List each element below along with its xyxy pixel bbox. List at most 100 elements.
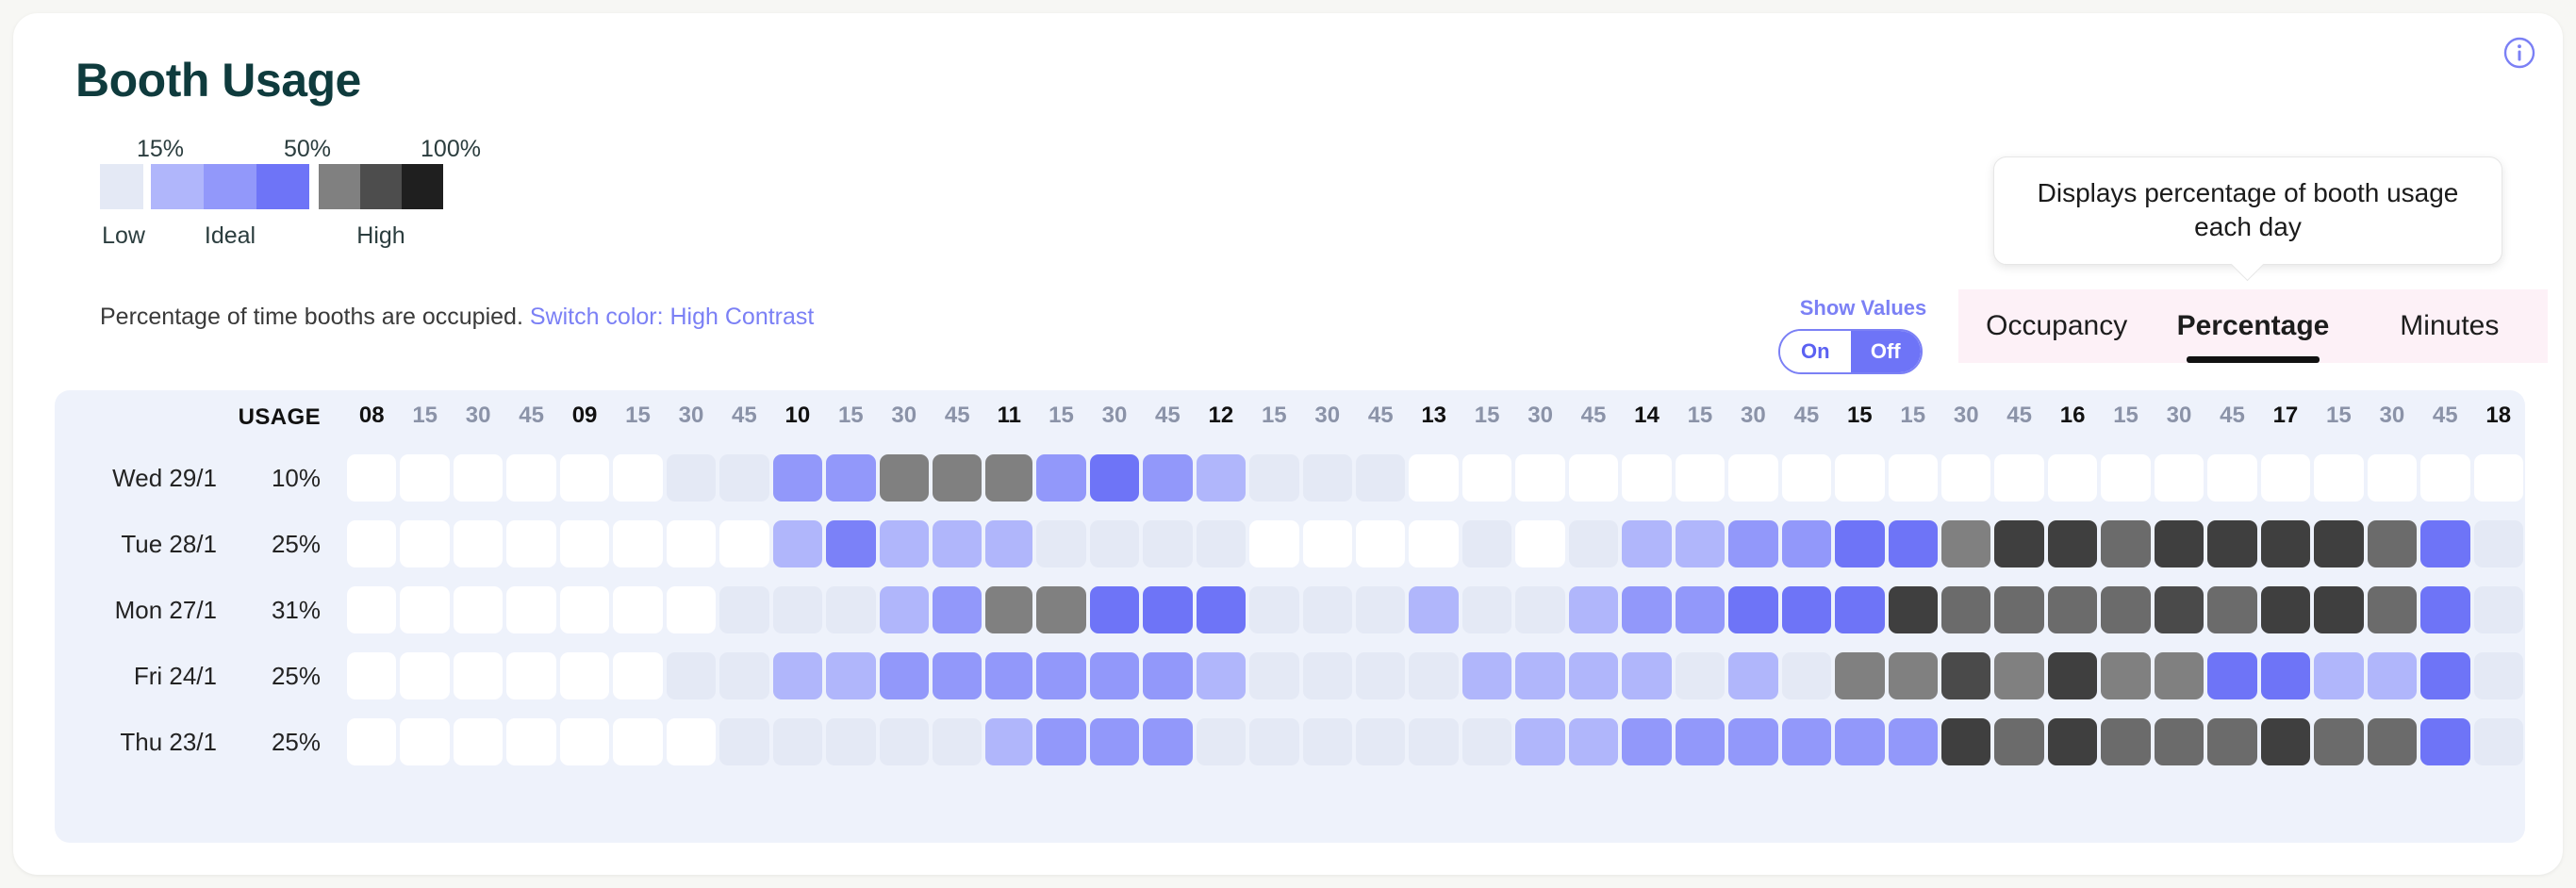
heatmap-cell[interactable] bbox=[1089, 718, 1140, 765]
heatmap-cell[interactable] bbox=[1515, 586, 1565, 633]
heatmap-cell[interactable] bbox=[932, 718, 983, 765]
heatmap-cell[interactable] bbox=[2473, 520, 2523, 567]
heatmap-cell[interactable] bbox=[2473, 652, 2523, 699]
heatmap-cell[interactable] bbox=[1675, 586, 1726, 633]
heatmap-cell[interactable] bbox=[1675, 454, 1726, 502]
heatmap-cell[interactable] bbox=[2047, 586, 2098, 633]
heatmap-cell[interactable] bbox=[2154, 652, 2204, 699]
heatmap-cell[interactable] bbox=[613, 718, 663, 765]
heatmap-cell[interactable] bbox=[666, 652, 717, 699]
heatmap-cell[interactable] bbox=[613, 652, 663, 699]
heatmap-cell[interactable] bbox=[772, 520, 823, 567]
heatmap-cell[interactable] bbox=[1622, 652, 1672, 699]
heatmap-cell[interactable] bbox=[2260, 520, 2311, 567]
heatmap-cell[interactable] bbox=[1196, 652, 1247, 699]
heatmap-cell[interactable] bbox=[2473, 586, 2523, 633]
show-values-toggle-on[interactable]: On bbox=[1780, 331, 1851, 372]
heatmap-cell[interactable] bbox=[2207, 586, 2257, 633]
heatmap-cell[interactable] bbox=[1515, 718, 1565, 765]
heatmap-cell[interactable] bbox=[1249, 586, 1299, 633]
heatmap-cell[interactable] bbox=[1835, 586, 1885, 633]
heatmap-cell[interactable] bbox=[772, 586, 823, 633]
tab-minutes[interactable]: Minutes bbox=[2352, 289, 2548, 363]
heatmap-cell[interactable] bbox=[2101, 652, 2151, 699]
heatmap-cell[interactable] bbox=[2154, 718, 2204, 765]
heatmap-cell[interactable] bbox=[666, 520, 717, 567]
heatmap-cell[interactable] bbox=[347, 586, 397, 633]
heatmap-cell[interactable] bbox=[1089, 586, 1140, 633]
heatmap-cell[interactable] bbox=[347, 652, 397, 699]
heatmap-cell[interactable] bbox=[772, 718, 823, 765]
heatmap-cell[interactable] bbox=[1515, 652, 1565, 699]
heatmap-cell[interactable] bbox=[1409, 652, 1459, 699]
heatmap-cell[interactable] bbox=[2420, 454, 2470, 502]
heatmap-cell[interactable] bbox=[2047, 718, 2098, 765]
heatmap-cell[interactable] bbox=[1568, 520, 1619, 567]
heatmap-cell[interactable] bbox=[613, 586, 663, 633]
heatmap-cell[interactable] bbox=[1622, 586, 1672, 633]
heatmap-cell[interactable] bbox=[1888, 652, 1938, 699]
heatmap-cell[interactable] bbox=[719, 586, 769, 633]
heatmap-cell[interactable] bbox=[932, 652, 983, 699]
heatmap-cell[interactable] bbox=[1355, 652, 1406, 699]
heatmap-cell[interactable] bbox=[1568, 652, 1619, 699]
heatmap-cell[interactable] bbox=[2207, 718, 2257, 765]
heatmap-cell[interactable] bbox=[2314, 652, 2364, 699]
heatmap-cell[interactable] bbox=[559, 718, 610, 765]
heatmap-cell[interactable] bbox=[559, 652, 610, 699]
heatmap-cell[interactable] bbox=[826, 718, 876, 765]
heatmap-cell[interactable] bbox=[2047, 652, 2098, 699]
heatmap-cell[interactable] bbox=[1728, 454, 1778, 502]
heatmap-cell[interactable] bbox=[1888, 718, 1938, 765]
heatmap-cell[interactable] bbox=[1302, 586, 1352, 633]
heatmap-cell[interactable] bbox=[2101, 454, 2151, 502]
show-values-toggle-off[interactable]: Off bbox=[1850, 331, 1921, 372]
heatmap-cell[interactable] bbox=[400, 652, 450, 699]
heatmap-cell[interactable] bbox=[1355, 718, 1406, 765]
heatmap-cell[interactable] bbox=[1675, 652, 1726, 699]
heatmap-cell[interactable] bbox=[1143, 454, 1193, 502]
heatmap-cell[interactable] bbox=[1355, 520, 1406, 567]
heatmap-cell[interactable] bbox=[826, 652, 876, 699]
heatmap-cell[interactable] bbox=[719, 454, 769, 502]
heatmap-cell[interactable] bbox=[1994, 586, 2044, 633]
heatmap-cell[interactable] bbox=[1622, 718, 1672, 765]
heatmap-cell[interactable] bbox=[1835, 454, 1885, 502]
heatmap-cell[interactable] bbox=[1036, 586, 1086, 633]
heatmap-cell[interactable] bbox=[719, 520, 769, 567]
heatmap-cell[interactable] bbox=[666, 454, 717, 502]
heatmap-cell[interactable] bbox=[2367, 652, 2418, 699]
heatmap-cell[interactable] bbox=[1461, 586, 1512, 633]
heatmap-cell[interactable] bbox=[1089, 454, 1140, 502]
heatmap-cell[interactable] bbox=[453, 652, 504, 699]
heatmap-cell[interactable] bbox=[879, 718, 929, 765]
heatmap-cell[interactable] bbox=[1781, 586, 1832, 633]
heatmap-cell[interactable] bbox=[2367, 586, 2418, 633]
heatmap-cell[interactable] bbox=[1196, 520, 1247, 567]
heatmap-cell[interactable] bbox=[453, 520, 504, 567]
heatmap-cell[interactable] bbox=[1781, 718, 1832, 765]
heatmap-cell[interactable] bbox=[1888, 454, 1938, 502]
heatmap-cell[interactable] bbox=[453, 718, 504, 765]
info-circle-icon[interactable] bbox=[2501, 34, 2538, 72]
heatmap-cell[interactable] bbox=[1940, 520, 1991, 567]
heatmap-cell[interactable] bbox=[1409, 586, 1459, 633]
heatmap-cell[interactable] bbox=[879, 520, 929, 567]
heatmap-cell[interactable] bbox=[1994, 454, 2044, 502]
heatmap-cell[interactable] bbox=[1461, 718, 1512, 765]
heatmap-cell[interactable] bbox=[772, 652, 823, 699]
heatmap-cell[interactable] bbox=[826, 520, 876, 567]
heatmap-cell[interactable] bbox=[2047, 454, 2098, 502]
heatmap-cell[interactable] bbox=[1249, 454, 1299, 502]
heatmap-cell[interactable] bbox=[1249, 652, 1299, 699]
tab-occupancy[interactable]: Occupancy bbox=[1958, 289, 2155, 363]
heatmap-cell[interactable] bbox=[2207, 454, 2257, 502]
heatmap-cell[interactable] bbox=[1728, 652, 1778, 699]
heatmap-cell[interactable] bbox=[719, 718, 769, 765]
heatmap-cell[interactable] bbox=[1515, 520, 1565, 567]
tab-percentage[interactable]: Percentage bbox=[2155, 289, 2351, 363]
heatmap-cell[interactable] bbox=[2314, 454, 2364, 502]
heatmap-cell[interactable] bbox=[1835, 520, 1885, 567]
heatmap-cell[interactable] bbox=[2207, 520, 2257, 567]
heatmap-cell[interactable] bbox=[879, 586, 929, 633]
